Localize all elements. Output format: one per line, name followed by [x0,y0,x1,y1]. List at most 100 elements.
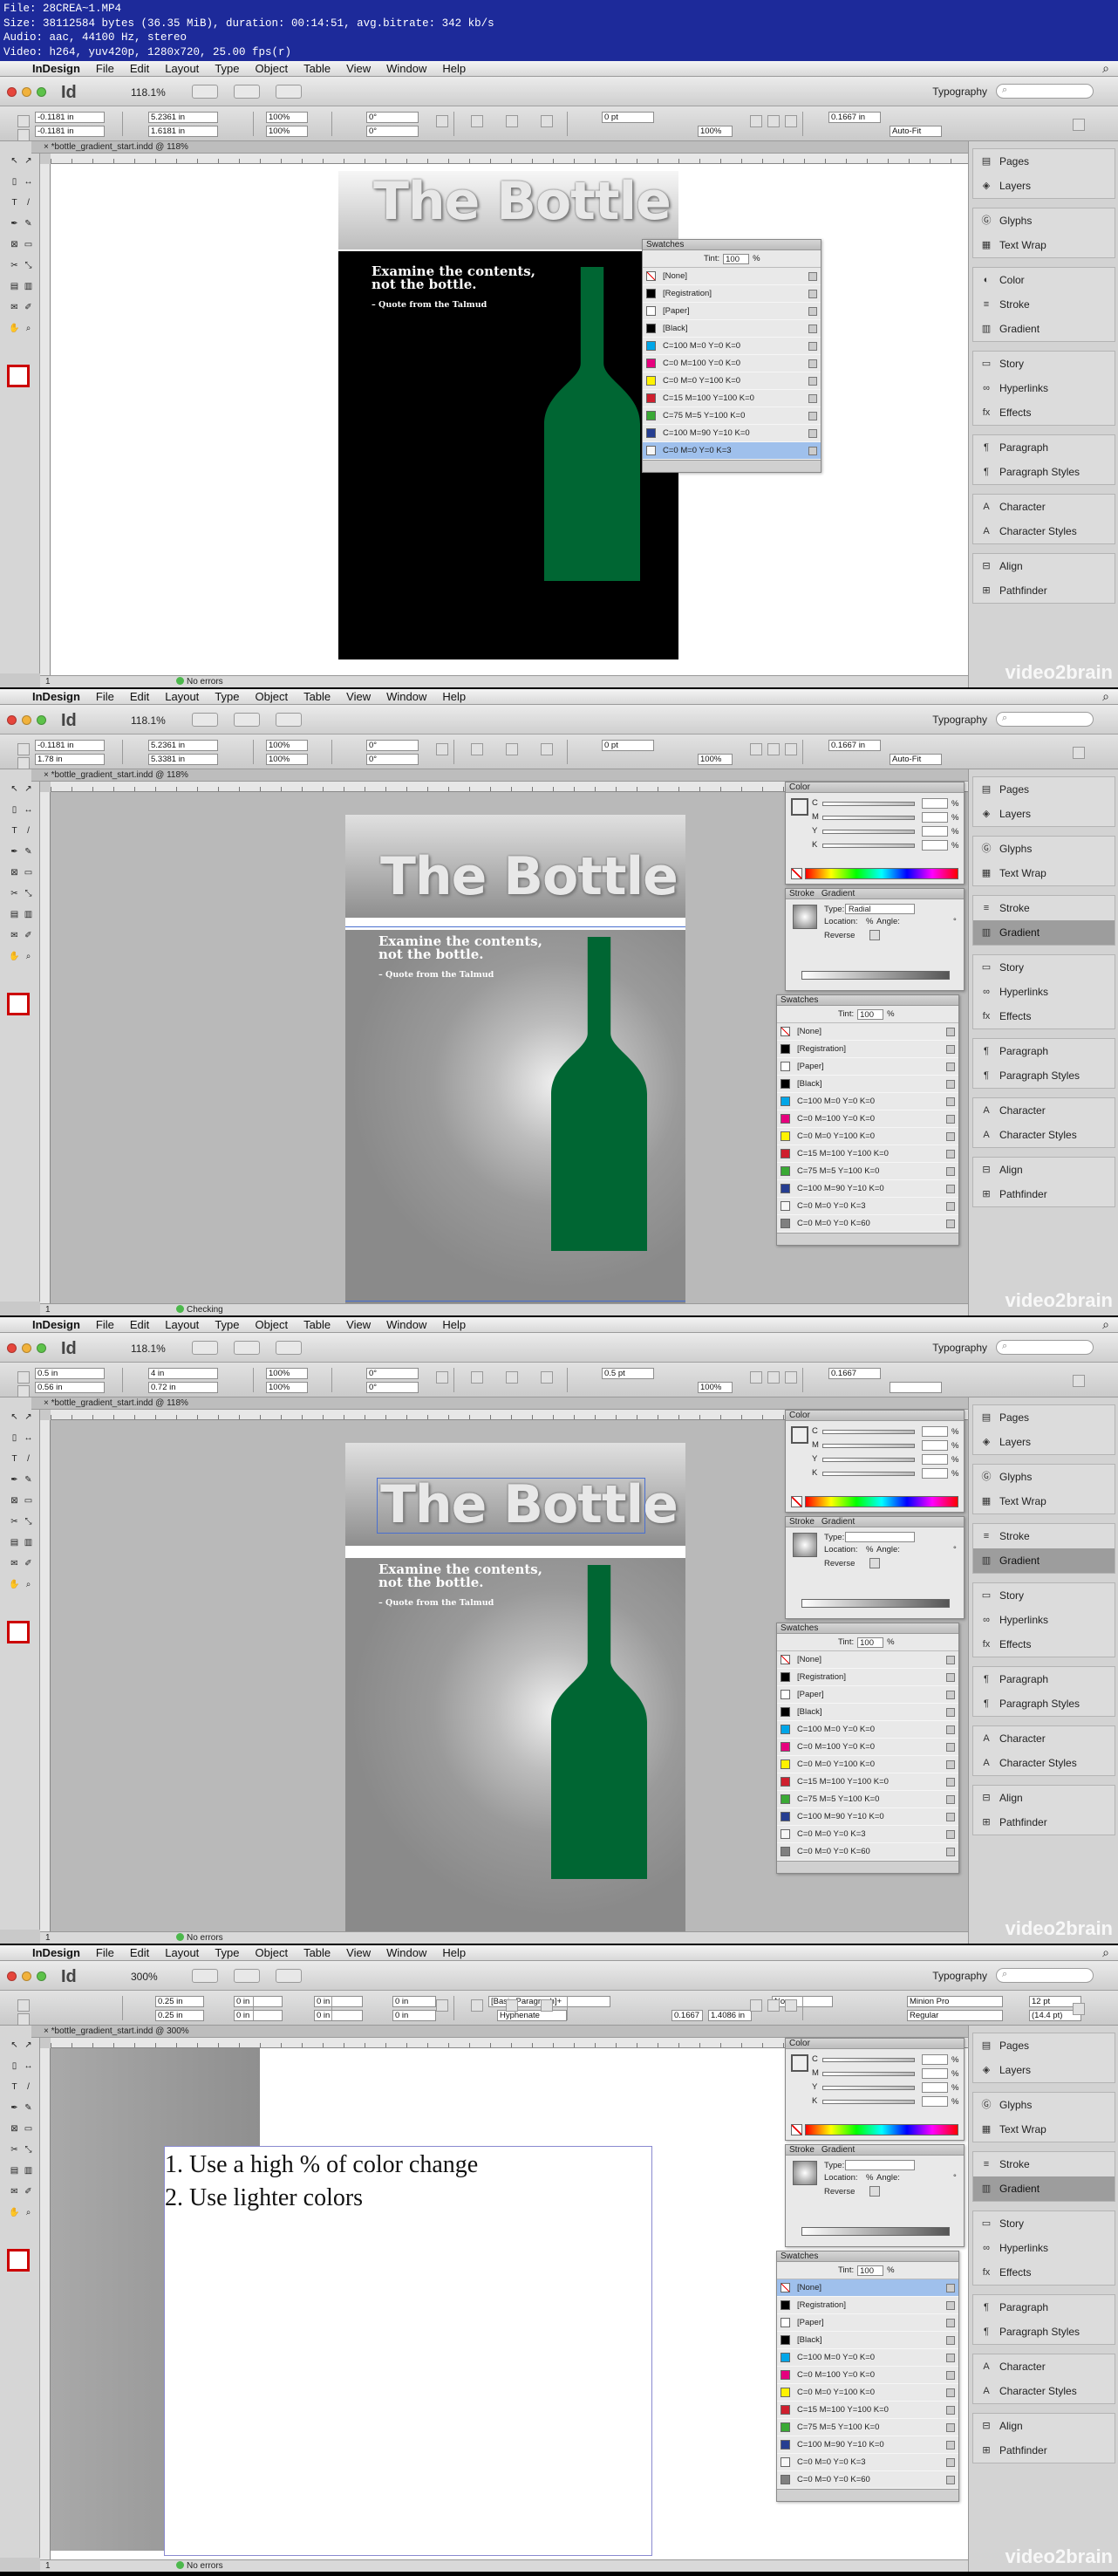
scale-y-field[interactable]: 100% [266,1382,308,1393]
swatches-tab[interactable]: Swatches [646,240,684,249]
swatch-row[interactable]: [Paper] [777,1686,958,1704]
swatches-panel-header[interactable]: Swatches [643,240,821,250]
rectangle-frame-tool-icon[interactable]: ⊠ [9,867,20,878]
color-panel[interactable]: Color C% M% Y% K% [785,2038,965,2141]
selection-tool-icon[interactable]: ↖ [9,1411,20,1423]
swatch-row[interactable]: C=0 M=0 Y=0 K=60 [777,1215,958,1233]
last-line-indent-field[interactable]: 0 in [234,2010,283,2021]
swatch-row[interactable]: C=100 M=0 Y=0 K=0 [777,1093,958,1110]
scale-y-field[interactable]: 100% [266,126,308,137]
screen-mode-button[interactable] [234,1341,260,1355]
swatch-row[interactable]: C=100 M=90 Y=10 K=0 [643,425,821,442]
menu-indesign[interactable]: InDesign [24,62,88,75]
menu-view[interactable]: View [338,1946,378,1959]
panel-stroke[interactable]: ≡ Stroke [973,292,1115,317]
rotation-field[interactable]: 0° [366,740,419,751]
panel-layers[interactable]: ◈ Layers [973,2058,1115,2082]
gap-tool-icon[interactable]: ↔ [23,176,34,188]
swatch-row[interactable]: [None] [777,2279,958,2297]
gradient-type-select[interactable] [845,2160,915,2170]
autofit-label[interactable]: Auto-Fit [890,126,942,137]
control-panel-icon[interactable] [436,1999,448,2012]
swatch-row[interactable]: C=100 M=0 Y=0 K=0 [777,2349,958,2367]
reverse-gradient-button[interactable] [869,2186,880,2197]
spotlight-search-icon[interactable]: ⌕ [1102,1945,1109,1960]
swatch-row[interactable]: C=75 M=5 Y=100 K=0 [777,1791,958,1808]
gradient-tab[interactable]: Gradient [821,889,855,899]
panel-text-wrap[interactable]: ▦ Text Wrap [973,1489,1115,1513]
color-panel[interactable]: Color C% M% Y% K% [785,1410,965,1513]
zoom-window-button[interactable] [37,715,46,725]
panel-paragraph[interactable]: ¶ Paragraph [973,1667,1115,1691]
page-tool-icon[interactable]: ▯ [9,1432,20,1444]
line-tool-icon[interactable]: / [23,2081,34,2093]
gradient-panel[interactable]: Stroke Gradient Type: Location: Radial% Angle… [785,888,965,991]
control-panel-icon[interactable] [750,1371,762,1384]
shear-field[interactable]: 0° [366,1382,419,1393]
space-before-field[interactable]: 0 in [314,1996,363,2007]
color-channel-slider[interactable] [822,2086,915,2090]
menu-window[interactable]: Window [378,690,434,703]
minimize-window-button[interactable] [22,87,31,97]
color-panel-header[interactable]: Color [786,782,964,793]
pen-tool-icon[interactable]: ✒ [9,846,20,858]
panel-hyperlinks[interactable]: ∞ Hyperlinks [973,1608,1115,1632]
scissors-tool-icon[interactable]: ✂ [9,260,20,271]
scissors-tool-icon[interactable]: ✂ [9,888,20,899]
height-field[interactable]: 0.72 in [148,1382,218,1393]
gradient-ramp[interactable] [801,971,950,980]
hand-tool-icon[interactable]: ✋ [9,2207,20,2218]
control-panel-icon[interactable] [541,115,553,127]
menu-layout[interactable]: Layout [157,1946,207,1959]
swatch-row[interactable]: C=75 M=5 Y=100 K=0 [643,407,821,425]
shear-field[interactable]: 0° [366,126,419,137]
pencil-tool-icon[interactable]: ✎ [23,218,34,229]
control-panel-icon[interactable] [471,1371,483,1384]
color-channel-value[interactable] [922,2096,948,2107]
fill-stroke-proxy-icon[interactable] [791,1426,808,1444]
control-panel-icon[interactable] [750,1999,762,2012]
panel-pathfinder[interactable]: ⊞ Pathfinder [973,2438,1115,2463]
control-panel-icon[interactable] [17,1371,30,1384]
swatches-panel[interactable]: Swatches Tint: 100% [None] [Registration] [Pa… [776,994,959,1246]
drop-cap-lines-field[interactable]: 0 in [392,1996,436,2007]
control-panel-icon[interactable] [17,2013,30,2026]
swatch-row[interactable]: [Black] [643,320,821,338]
document-tab[interactable]: × *bottle_gradient_start.indd @ 300% [31,2026,968,2038]
menu-type[interactable]: Type [207,690,247,703]
opacity-field[interactable]: 100% [698,1382,733,1393]
panel-character-styles[interactable]: A Character Styles [973,519,1115,543]
direct-selection-tool-icon[interactable]: ↗ [23,2040,34,2051]
panel-paragraph[interactable]: ¶ Paragraph [973,1039,1115,1063]
control-panel-icon[interactable] [436,115,448,127]
quote-text[interactable]: Examine the contents, not the bottle. [372,265,535,291]
panel-story[interactable]: ▭ Story [973,2211,1115,2236]
swatch-row[interactable]: C=100 M=90 Y=10 K=0 [777,2436,958,2454]
screen-mode-button[interactable] [234,713,260,727]
panel-pages[interactable]: ▤ Pages [973,777,1115,802]
type-tool-icon[interactable]: T [9,2081,20,2093]
menu-type[interactable]: Type [207,1946,247,1959]
panel-hyperlinks[interactable]: ∞ Hyperlinks [973,980,1115,1004]
zoom-window-button[interactable] [37,1971,46,1981]
note-tool-icon[interactable]: ✉ [9,1558,20,1569]
width-field[interactable]: 5.2361 in [148,740,218,751]
document-tab[interactable]: × *bottle_gradient_start.indd @ 118% [31,769,968,782]
control-panel-icon[interactable] [1073,747,1085,759]
color-tab[interactable]: Color [789,1411,810,1420]
color-channel-slider[interactable] [822,2058,915,2062]
zoom-tool-icon[interactable]: ⌕ [23,323,34,334]
close-window-button[interactable] [7,87,17,97]
panel-align[interactable]: ⊟ Align [973,1158,1115,1182]
panel-hyperlinks[interactable]: ∞ Hyperlinks [973,376,1115,400]
swatches-tab[interactable]: Swatches [781,995,818,1005]
zoom-level-field[interactable]: 118.1% [131,1343,166,1355]
workspace-switcher[interactable]: Typography [932,1970,987,1982]
panel-character-styles[interactable]: A Character Styles [973,1123,1115,1147]
close-tab-icon[interactable]: × [44,770,51,780]
control-panel-icon[interactable] [785,115,797,127]
panel-text-wrap[interactable]: ▦ Text Wrap [973,861,1115,885]
pen-tool-icon[interactable]: ✒ [9,2102,20,2114]
screen-mode-button[interactable] [234,85,260,99]
gradient-preview-swatch[interactable] [793,2161,817,2185]
